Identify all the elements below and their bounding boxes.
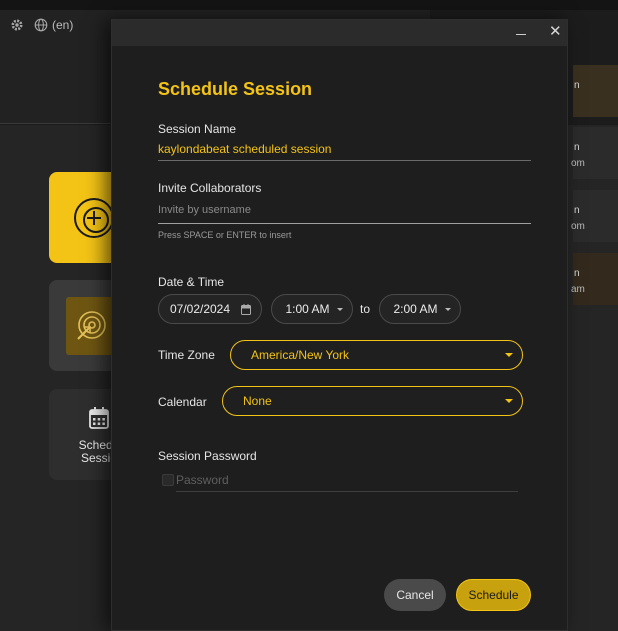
side-card[interactable]: n om — [571, 127, 618, 179]
side-card[interactable]: n — [573, 65, 618, 117]
date-time-label: Date & Time — [158, 275, 225, 289]
chevron-down-icon — [505, 353, 513, 357]
end-time-value: 2:00 AM — [393, 302, 438, 316]
chevron-down-icon — [445, 307, 451, 311]
end-time-select[interactable]: 2:00 AM — [379, 294, 461, 324]
chevron-down-icon — [337, 307, 343, 311]
gear-icon[interactable] — [10, 18, 24, 32]
close-icon[interactable]: ✕ — [549, 24, 567, 42]
dialog-titlebar: ✕ — [112, 20, 567, 46]
calendar-select[interactable]: None — [222, 386, 523, 416]
cancel-button[interactable]: Cancel — [384, 579, 446, 611]
session-name-underline — [158, 160, 531, 161]
start-time-select[interactable]: 1:00 AM — [271, 294, 353, 324]
dialog-title: Schedule Session — [158, 79, 313, 99]
to-label: to — [360, 302, 371, 316]
side-card-sub: am — [571, 284, 585, 295]
side-card-sub: om — [571, 221, 585, 232]
calendar-label: Calendar — [158, 395, 207, 409]
schedule-button[interactable]: Schedule — [456, 579, 531, 611]
password-checkbox[interactable] — [162, 474, 174, 486]
start-time-value: 1:00 AM — [285, 302, 330, 316]
schedule-session-dialog: ✕ Schedule Session Session Name kaylonda… — [111, 19, 568, 631]
session-name-input[interactable]: kaylondabeat scheduled session — [158, 142, 331, 156]
radar-icon — [66, 297, 116, 355]
timezone-value: America/New York — [251, 348, 350, 362]
app-toolbar: (en) — [10, 18, 73, 32]
timezone-label: Time Zone — [158, 348, 215, 362]
invite-underline — [158, 223, 531, 224]
chevron-down-icon — [505, 399, 513, 403]
invite-hint: Press SPACE or ENTER to insert — [158, 230, 292, 240]
timezone-select[interactable]: America/New York — [230, 340, 523, 370]
invite-input[interactable]: Invite by username — [158, 204, 251, 216]
side-card[interactable]: n om — [571, 190, 618, 242]
side-card[interactable]: n am — [571, 253, 618, 305]
date-value: 07/02/2024 — [169, 302, 231, 316]
password-underline — [176, 491, 518, 492]
password-input[interactable]: Password — [176, 473, 229, 487]
calendar-icon — [89, 407, 109, 432]
side-card-sub: om — [571, 158, 585, 169]
language-label[interactable]: (en) — [52, 18, 73, 32]
calendar-value: None — [243, 394, 272, 408]
session-name-label: Session Name — [158, 122, 237, 136]
app-top-strip — [0, 0, 618, 10]
globe-icon[interactable] — [34, 18, 48, 32]
side-card-title: n — [574, 268, 580, 279]
calendar-icon — [241, 303, 251, 315]
side-card-title: n — [574, 80, 580, 91]
session-password-label: Session Password — [158, 449, 257, 463]
date-picker[interactable]: 07/02/2024 — [158, 294, 262, 324]
side-card-title: n — [574, 205, 580, 216]
minimize-icon[interactable] — [512, 24, 530, 42]
invite-label: Invite Collaborators — [158, 181, 262, 195]
side-card-title: n — [574, 142, 580, 153]
